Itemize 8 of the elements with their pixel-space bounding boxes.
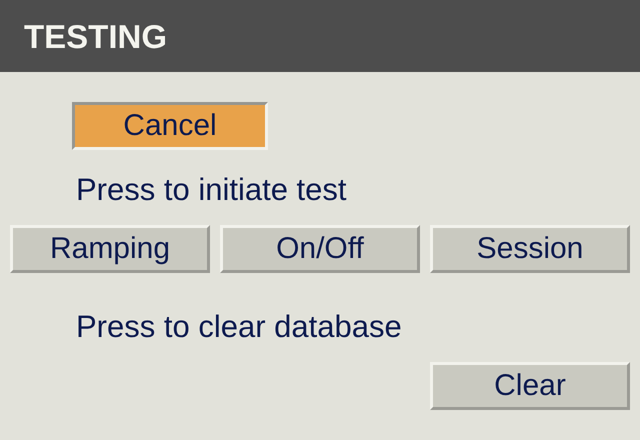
clear-button[interactable]: Clear bbox=[430, 362, 630, 410]
screen-title: TESTING bbox=[24, 20, 168, 52]
test-button[interactable]: Session bbox=[430, 225, 630, 273]
instruction-text: Press to initiate test bbox=[76, 174, 348, 205]
test-button[interactable]: Ramping bbox=[10, 225, 210, 273]
cancel-button[interactable]: Cancel bbox=[72, 102, 268, 150]
instruction-text: Press to clear database bbox=[76, 311, 403, 342]
test-button[interactable]: On/Off bbox=[220, 225, 420, 273]
